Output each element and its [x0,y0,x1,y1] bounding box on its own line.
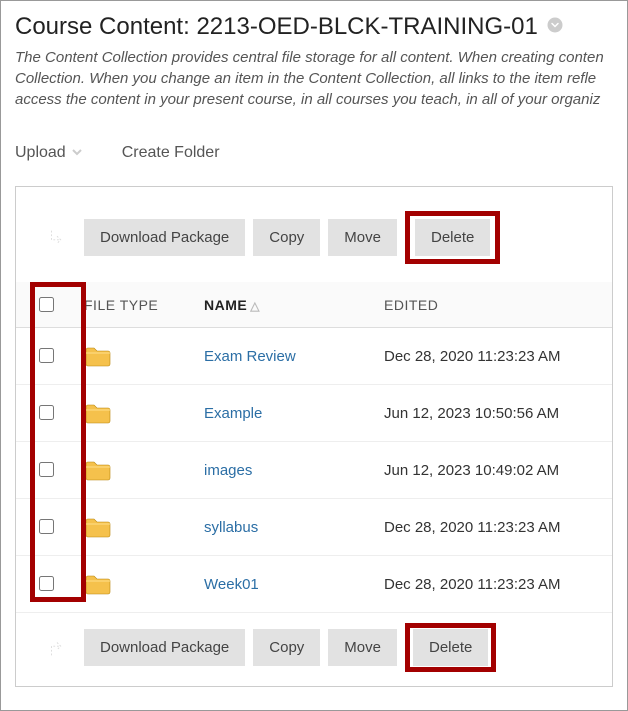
content-panel: Download Package Copy Move Delete FILE T… [15,186,613,687]
move-button[interactable]: Move [328,219,397,256]
download-package-button[interactable]: Download Package [84,629,245,666]
file-link[interactable]: Exam Review [204,348,296,365]
row-edited: Dec 28, 2020 11:23:23 AM [376,328,612,385]
row-name-cell: Example [196,385,376,442]
copy-button[interactable]: Copy [253,219,320,256]
folder-icon [84,458,188,482]
row-edited: Dec 28, 2020 11:23:23 AM [376,499,612,556]
select-all-header [16,282,76,328]
row-name-cell: images [196,442,376,499]
column-name[interactable]: NAME△ [196,282,376,328]
column-name-label: NAME [204,297,247,313]
row-filetype [76,385,196,442]
top-toolbar: Upload Create Folder [15,138,613,176]
selection-arrow-icon [26,637,76,659]
copy-button[interactable]: Copy [253,629,320,666]
select-all-checkbox[interactable] [39,297,54,312]
upload-label: Upload [15,144,66,162]
row-filetype [76,499,196,556]
folder-icon [84,572,188,596]
move-button[interactable]: Move [328,629,397,666]
column-filetype[interactable]: FILE TYPE [76,282,196,328]
row-checkbox-cell [16,556,76,613]
folder-icon [84,515,188,539]
chevron-down-icon[interactable] [546,16,564,39]
delete-button[interactable]: Delete [415,219,490,256]
create-folder-label: Create Folder [122,144,220,162]
page-title-row: Course Content: 2213-OED-BLCK-TRAINING-0… [15,13,613,41]
row-checkbox[interactable] [39,576,54,591]
row-filetype [76,328,196,385]
row-edited: Jun 12, 2023 10:50:56 AM [376,385,612,442]
folder-icon [84,344,188,368]
table-row: syllabus Dec 28, 2020 11:23:23 AM [16,499,612,556]
table-row: Example Jun 12, 2023 10:50:56 AM [16,385,612,442]
create-folder-button[interactable]: Create Folder [122,144,220,162]
title-prefix: Course Content: [15,13,196,40]
row-filetype [76,556,196,613]
page-title: Course Content: 2213-OED-BLCK-TRAINING-0… [15,13,538,41]
title-course-id: 2213-OED-BLCK-TRAINING-01 [196,13,537,40]
row-checkbox-cell [16,328,76,385]
table-row: Exam Review Dec 28, 2020 11:23:23 AM [16,328,612,385]
table-header-row: FILE TYPE NAME△ EDITED [16,282,612,328]
file-link[interactable]: syllabus [204,519,258,536]
file-link[interactable]: Week01 [204,576,259,593]
file-link[interactable]: images [204,462,252,479]
upload-button[interactable]: Upload [15,144,82,162]
folder-icon [84,401,188,425]
column-edited[interactable]: EDITED [376,282,612,328]
highlight-delete-bottom: Delete [405,623,496,672]
row-checkbox-cell [16,442,76,499]
file-table: FILE TYPE NAME△ EDITED Exam Review Dec 28… [16,282,612,613]
row-checkbox[interactable] [39,519,54,534]
page-description: The Content Collection provides central … [15,47,613,110]
table-row: Week01 Dec 28, 2020 11:23:23 AM [16,556,612,613]
row-checkbox[interactable] [39,405,54,420]
sort-asc-icon: △ [250,299,260,313]
row-name-cell: Exam Review [196,328,376,385]
row-edited: Dec 28, 2020 11:23:23 AM [376,556,612,613]
highlight-delete-top: Delete [405,211,500,264]
actions-row-bottom: Download Package Copy Move Delete [16,613,612,686]
row-checkbox-cell [16,385,76,442]
row-checkbox[interactable] [39,462,54,477]
table-row: images Jun 12, 2023 10:49:02 AM [16,442,612,499]
file-link[interactable]: Example [204,405,262,422]
delete-button[interactable]: Delete [413,629,488,666]
row-checkbox[interactable] [39,348,54,363]
row-name-cell: syllabus [196,499,376,556]
selection-arrow-icon [26,227,76,249]
row-filetype [76,442,196,499]
download-package-button[interactable]: Download Package [84,219,245,256]
chevron-down-icon [72,146,82,160]
row-edited: Jun 12, 2023 10:49:02 AM [376,442,612,499]
row-checkbox-cell [16,499,76,556]
actions-row-top: Download Package Copy Move Delete [16,187,612,282]
row-name-cell: Week01 [196,556,376,613]
